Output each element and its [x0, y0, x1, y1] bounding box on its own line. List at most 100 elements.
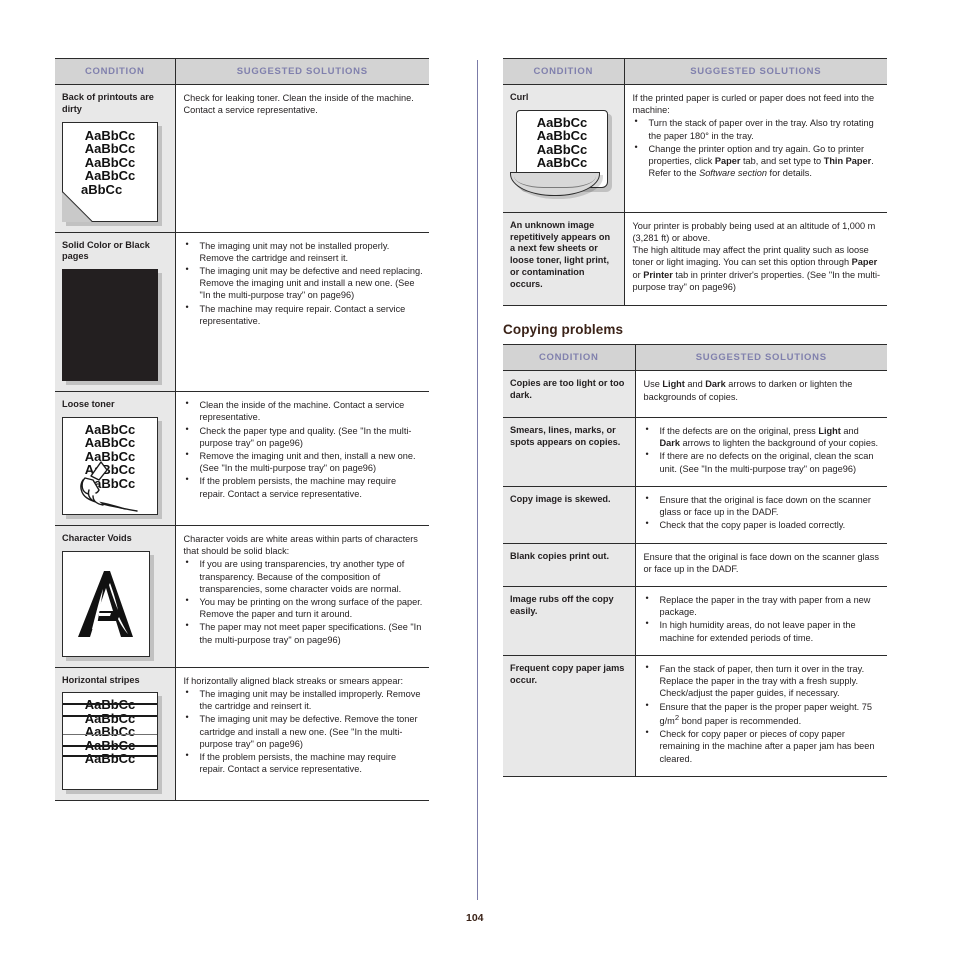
bullet-item: Ensure that the paper is the proper pape… — [644, 700, 882, 728]
condition-cell: Curl AaBbCc AaBbCc AaBbCc AaBbCc — [503, 84, 625, 213]
column-header-suggested-solutions: SUGGESTED SOLUTIONS — [635, 344, 887, 372]
solution-bullet-list: The imaging unit may not be installed pr… — [184, 239, 424, 328]
solution-cell: If horizontally aligned black streaks or… — [175, 667, 429, 802]
solution-paragraph: The high altitude may affect the print q… — [632, 245, 881, 292]
smudging-hand-icon — [80, 461, 138, 512]
bullet-item: If the problem persists, the machine may… — [184, 474, 424, 499]
table-row: Horizontal stripes AaBbCc AaBbCc AaBbCc … — [55, 667, 429, 802]
solution-lead-text: Character voids are white areas within p… — [183, 533, 418, 557]
document-page: CONDITION SUGGESTED SOLUTIONS Back of pr… — [0, 0, 954, 954]
paper-curl-icon — [510, 171, 600, 196]
table-header-row: CONDITION SUGGESTED SOLUTIONS — [55, 58, 429, 85]
condition-label: Smears, lines, marks, or spots appears o… — [510, 424, 621, 447]
bullet-item: If you are using transparencies, try ano… — [184, 557, 424, 595]
stripe-line — [63, 734, 157, 736]
solution-bullet-list: Clean the inside of the machine. Contact… — [184, 398, 424, 500]
solution-cell: Fan the stack of paper, then turn it ove… — [635, 655, 887, 777]
table-row: Blank copies print out. Ensure that the … — [503, 543, 887, 588]
table-header-row: CONDITION SUGGESTED SOLUTIONS — [503, 344, 887, 372]
bullet-item: Ensure that the original is face down on… — [644, 493, 882, 518]
stripe-line — [63, 755, 157, 757]
table-row: Smears, lines, marks, or spots appears o… — [503, 417, 887, 487]
left-column: CONDITION SUGGESTED SOLUTIONS Back of pr… — [55, 58, 429, 802]
condition-label: Curl — [510, 92, 529, 102]
sample-text-line: AaBbCc — [536, 141, 588, 157]
stripe-line — [63, 745, 157, 747]
table-header-row: CONDITION SUGGESTED SOLUTIONS — [503, 58, 887, 85]
sample-text-line: AaBbCc — [84, 724, 136, 740]
solution-cell: Clean the inside of the machine. Contact… — [175, 391, 429, 526]
condition-cell: Smears, lines, marks, or spots appears o… — [503, 417, 636, 487]
bullet-item: If there are no defects on the original,… — [644, 449, 882, 474]
sample-text-line: AaBbCc — [536, 128, 588, 144]
bullet-item: Change the printer option and try again.… — [633, 142, 882, 180]
condition-cell: Horizontal stripes AaBbCc AaBbCc AaBbCc … — [55, 667, 176, 802]
sample-text-line: AaBbCc — [536, 155, 588, 171]
solution-cell: If the defects are on the original, pres… — [635, 417, 887, 487]
bullet-item: Check for copy paper or pieces of copy p… — [644, 727, 882, 765]
bullet-item: The imaging unit may not be installed pr… — [184, 239, 424, 264]
sample-image-loose-toner: AaBbCc AaBbCc AaBbCc AaBbCc AaBbCc — [62, 416, 169, 515]
column-header-condition: CONDITION — [503, 344, 636, 372]
solution-lead-text: Check for leaking toner. Clean the insid… — [183, 93, 414, 116]
bullet-item: Check the paper type and quality. (See "… — [184, 424, 424, 449]
condition-cell: Frequent copy paper jams occur. — [503, 655, 636, 777]
solution-bullet-list: Replace the paper in the tray with paper… — [644, 593, 882, 644]
solution-cell: If the printed paper is curled or paper … — [624, 84, 887, 213]
condition-cell: Image rubs off the copy easily. — [503, 586, 636, 656]
bullet-item: Turn the stack of paper over in the tray… — [633, 116, 882, 141]
copying-problems-table: CONDITION SUGGESTED SOLUTIONS Copies are… — [503, 344, 887, 777]
condition-cell: An unknown image repetitively appears on… — [503, 212, 625, 307]
bullet-item: The imaging unit may be defective and ne… — [184, 264, 424, 302]
solid-black-swatch — [62, 269, 158, 382]
condition-label: Frequent copy paper jams occur. — [510, 662, 625, 685]
solution-bullet-list: Fan the stack of paper, then turn it ove… — [644, 662, 882, 765]
bullet-item: You may be printing on the wrong surface… — [184, 595, 424, 620]
table-row: Copies are too light or too dark. Use Li… — [503, 370, 887, 418]
bullet-item: Fan the stack of paper, then turn it ove… — [644, 662, 882, 700]
sample-text-line: AaBbCc — [84, 168, 136, 184]
bullet-item: If the problem persists, the machine may… — [184, 750, 424, 775]
bullet-item: The paper may not meet paper specificati… — [184, 620, 424, 645]
solution-lead-text: Ensure that the original is face down on… — [643, 551, 879, 574]
table-row: An unknown image repetitively appears on… — [503, 212, 887, 307]
bullet-item: The machine may require repair. Contact … — [184, 302, 424, 327]
sample-image-solid-black-page — [62, 269, 169, 382]
solution-cell: Replace the paper in the tray with paper… — [635, 586, 887, 656]
sample-image-curl: AaBbCc AaBbCc AaBbCc AaBbCc — [510, 109, 618, 202]
condition-label: Horizontal stripes — [62, 674, 140, 685]
column-header-condition: CONDITION — [55, 58, 176, 85]
column-header-suggested-solutions: SUGGESTED SOLUTIONS — [624, 58, 887, 85]
bullet-item: Check that the copy paper is loaded corr… — [644, 518, 882, 531]
table-row: Character Voids Character voids are whit… — [55, 525, 429, 668]
solution-cell: Your printer is probably being used at a… — [624, 212, 887, 307]
table-row: Curl AaBbCc AaBbCc AaBbCc AaBbCc If the … — [503, 84, 887, 213]
bullet-item: In high humidity areas, do not leave pap… — [644, 618, 882, 643]
sample-text-line: AaBbCc — [84, 435, 136, 451]
solution-cell: Ensure that the original is face down on… — [635, 486, 887, 544]
condition-label: Solid Color or Black pages — [62, 239, 150, 262]
condition-label: Blank copies print out. — [510, 550, 610, 561]
condition-cell: Character Voids — [55, 525, 176, 668]
table-row: Copy image is skewed. Ensure that the or… — [503, 486, 887, 544]
sample-text-line: AaBbCc — [84, 127, 136, 143]
page-number: 104 — [466, 912, 484, 924]
solution-cell: Ensure that the original is face down on… — [635, 543, 887, 588]
bullet-item: The imaging unit may be defective. Remov… — [184, 712, 424, 750]
table-row: Loose toner AaBbCc AaBbCc AaBbCc AaBbCc … — [55, 391, 429, 526]
bullet-item: Clean the inside of the machine. Contact… — [184, 398, 424, 423]
solution-cell: Character voids are white areas within p… — [175, 525, 429, 668]
bullet-item: The imaging unit may be installed improp… — [184, 687, 424, 712]
table-row: Solid Color or Black pages The imaging u… — [55, 232, 429, 393]
solution-lead-text: If horizontally aligned black streaks or… — [183, 675, 404, 686]
condition-cell: Blank copies print out. — [503, 543, 636, 588]
solution-bullet-list: If you are using transparencies, try ano… — [184, 557, 424, 646]
condition-label: Copy image is skewed. — [510, 493, 611, 504]
sample-image-character-voids — [62, 550, 169, 657]
solution-bullet-list: The imaging unit may be installed improp… — [184, 687, 424, 776]
bullet-item: If the defects are on the original, pres… — [644, 424, 882, 449]
condition-cell: Copy image is skewed. — [503, 486, 636, 544]
letter-a-with-voids-icon — [78, 570, 133, 637]
stripe-line — [63, 703, 157, 705]
solution-paragraph: Your printer is probably being used at a… — [632, 220, 876, 243]
